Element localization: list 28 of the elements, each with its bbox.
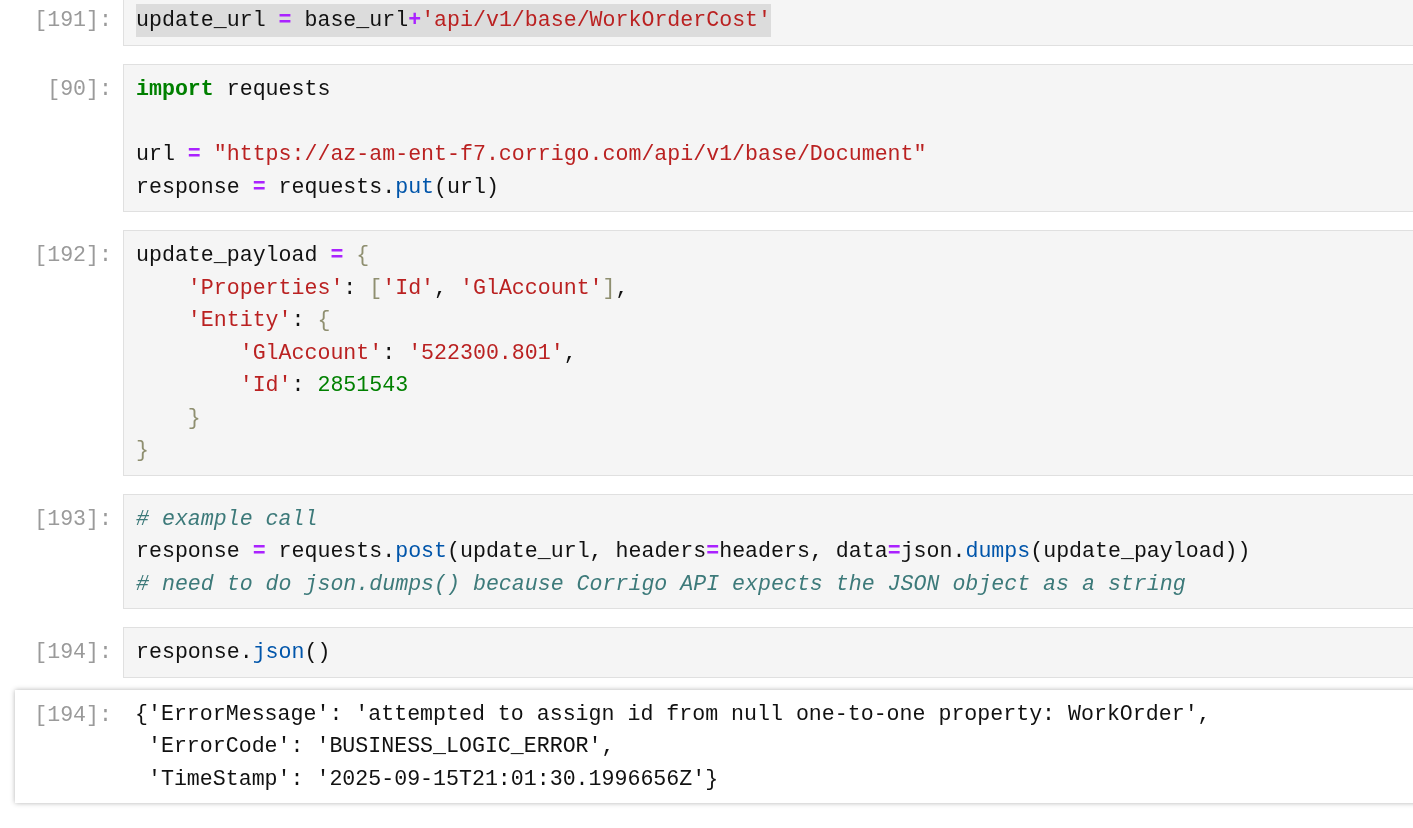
output-line: 'ErrorCode': 'BUSINESS_LOGIC_ERROR', [146, 733, 615, 760]
cell-prompt: [194]: [33, 639, 113, 666]
code-line: response = requests.put(url) [136, 173, 499, 201]
cell-prompt: [90]: [46, 75, 113, 103]
code-line: response = requests.post(update_url, headers=headers, data=json.dumps(update_payload)) [136, 538, 1251, 565]
cell-prompt: [191]: [33, 7, 113, 34]
code-line: 'Properties': ['Id', 'GlAccount'], [186, 274, 629, 302]
code-line: update_payload = { [136, 242, 370, 269]
code-line: url = "https://az-am-ent-f7.corrigo.com/api/v1/base/Document" [136, 141, 927, 168]
code-editor[interactable]: import requests url = "https://az-am-ent-f7.corrigo.com/api/v1/base/Document" response = requests.put(url) [123, 63, 1413, 212]
code-line: } [186, 404, 201, 432]
output-line: 'TimeStamp': '2025-09-15T21:01:30.1996656Z'} [146, 765, 719, 793]
code-line: } [136, 437, 149, 464]
code-line: # need to do json.dumps() because Corrigo API expects the JSON object as a string [136, 570, 1186, 598]
output-line: {'ErrorMessage': 'attempted to assign id from null one-to-one property: WorkOrder', [135, 700, 1211, 728]
code-line: import requests [136, 75, 331, 103]
code-line: response.json() [136, 639, 331, 666]
code-line: 'GlAccount': '522300.801', [238, 339, 577, 367]
code-editor[interactable]: update_payload = { 'Properties': ['Id', 'GlAccount'], 'Entity': { 'GlAccount': '522300.801', 'Id': 2851543 } } [123, 230, 1413, 476]
code-line: # example call [136, 505, 318, 533]
code-editor[interactable]: update_url = base_url+'api/v1/base/WorkOrderCost' [123, 0, 1413, 46]
code-line: 'Id': 2851543 [238, 372, 409, 399]
cell-prompt: [194]: [33, 701, 113, 729]
code-line: 'Entity': { [186, 307, 331, 334]
cell-prompt: [192]: [33, 242, 113, 269]
code-editor[interactable]: response.json() [123, 627, 1413, 678]
cell-prompt: [193]: [33, 505, 113, 533]
code-editor[interactable]: # example call response = requests.post(update_url, headers=headers, data=json.dumps(update_payload)) # need to do json.dumps() because Corrigo API expects the JSON object as a string [123, 493, 1413, 609]
